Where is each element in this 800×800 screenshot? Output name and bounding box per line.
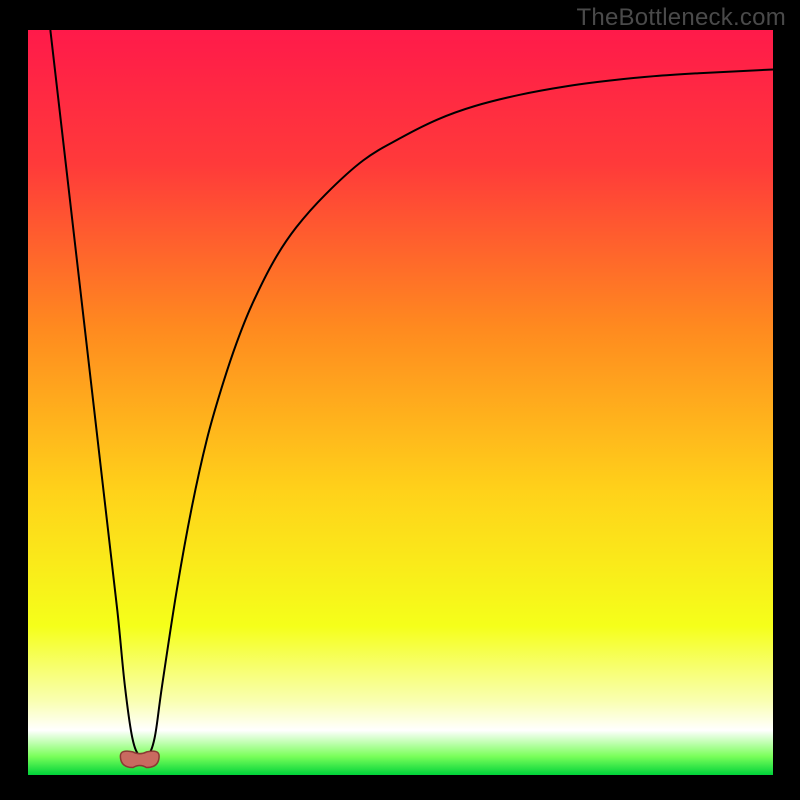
chart-frame: TheBottleneck.com xyxy=(0,0,800,800)
sweet-spot-marker xyxy=(120,751,159,767)
bottleneck-chart xyxy=(0,0,800,800)
watermark-text: TheBottleneck.com xyxy=(576,4,786,32)
plot-background xyxy=(28,30,773,775)
